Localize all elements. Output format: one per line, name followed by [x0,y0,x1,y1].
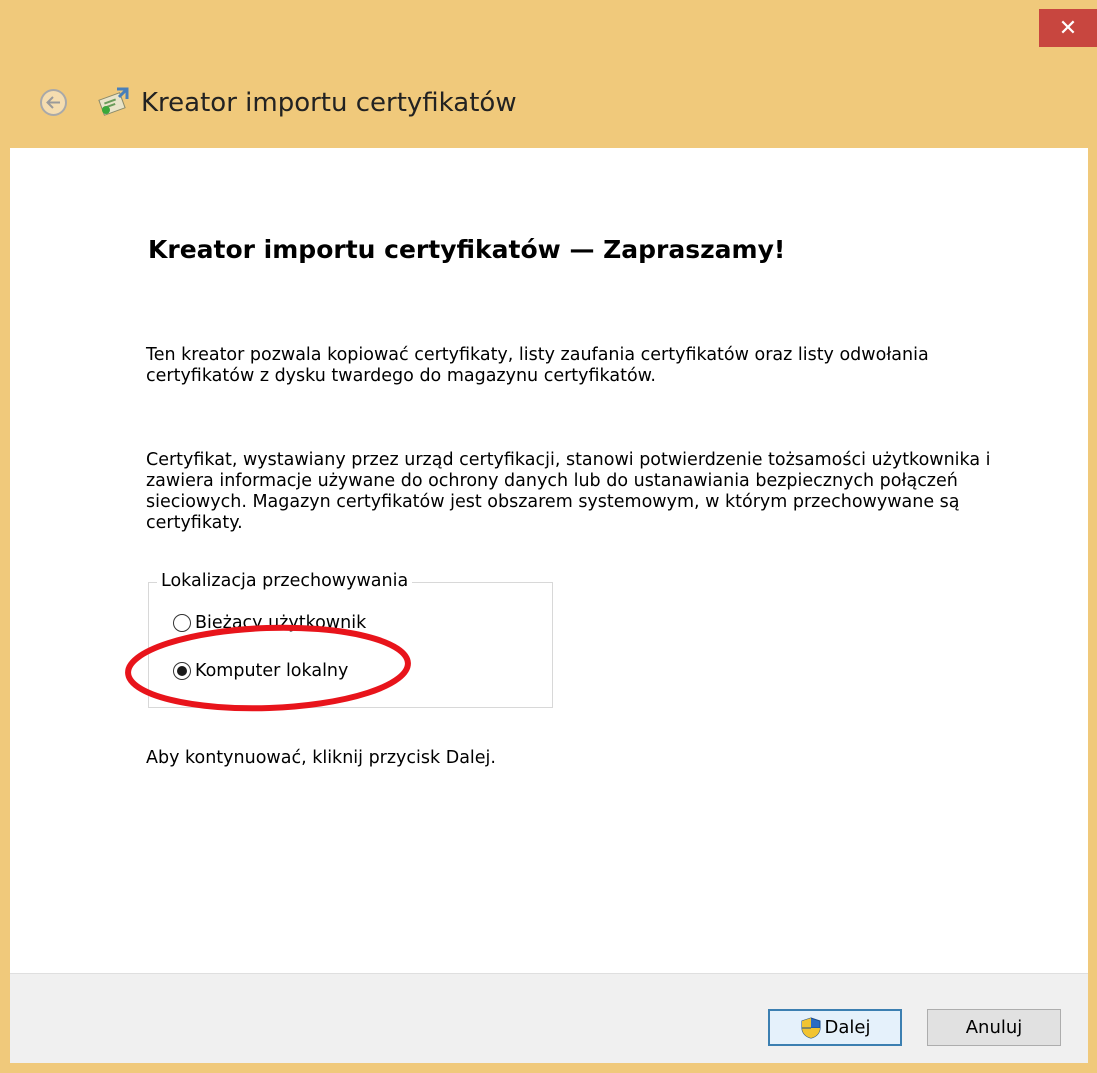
radio-button-local-machine[interactable] [173,662,191,680]
next-button-label: Dalej [824,1017,871,1038]
continue-hint: Aby kontynuować, kliknij przycisk Dalej. [146,748,496,768]
window-title: Kreator importu certyfikatów [141,88,517,118]
radio-local-machine[interactable]: Komputer lokalny [173,661,348,681]
radio-label-local-machine: Komputer lokalny [195,661,349,681]
cancel-button[interactable]: Anuluj [927,1009,1061,1046]
wizard-window: ✕ Kreator importu certyfikatów Kreator i… [0,0,1097,1073]
back-arrow-icon [46,96,60,109]
radio-selected-dot [177,666,187,676]
next-button[interactable]: Dalej [768,1009,902,1046]
cancel-button-label: Anuluj [965,1017,1023,1038]
uac-shield-icon [801,1016,821,1039]
description-paragraph: Certyfikat, wystawiany przez urząd certy… [146,450,991,533]
radio-label-current-user: Bieżący użytkownik [195,613,367,633]
wizard-footer: Dalej Anuluj [10,973,1088,1063]
close-icon: ✕ [1058,15,1078,41]
radio-current-user[interactable]: Bieżący użytkownik [173,613,366,633]
page-heading: Kreator importu certyfikatów — Zapraszam… [148,235,786,264]
back-button[interactable] [40,89,67,116]
storage-location-legend: Lokalizacja przechowywania [157,571,413,591]
wizard-content: Kreator importu certyfikatów — Zapraszam… [10,148,1088,973]
storage-location-group: Lokalizacja przechowywania Bieżący użytk… [148,571,553,708]
certificate-wizard-icon [98,87,129,116]
intro-paragraph: Ten kreator pozwala kopiować certyfikaty… [146,345,929,386]
radio-button-current-user[interactable] [173,614,191,632]
close-button[interactable]: ✕ [1039,9,1097,47]
